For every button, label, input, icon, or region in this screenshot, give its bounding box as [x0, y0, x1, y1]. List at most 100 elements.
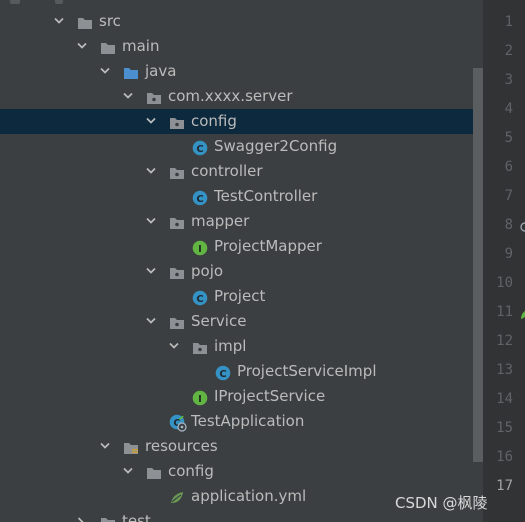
chevron-down-icon[interactable] — [123, 92, 133, 100]
line-number: 7 — [504, 188, 513, 204]
line-number: 8 — [504, 217, 513, 233]
tree-row[interactable]: mapper — [0, 209, 483, 234]
tree-row[interactable]: controller — [0, 159, 483, 184]
package-icon — [169, 264, 185, 280]
folder-icon — [146, 464, 162, 480]
tree-row[interactable]: config — [0, 459, 483, 484]
line-number: 16 — [496, 449, 513, 465]
source-folder-icon — [123, 64, 139, 80]
line-number: 11 — [496, 304, 513, 320]
tree-row-label: controller — [191, 162, 263, 180]
chevron-down-icon[interactable] — [146, 217, 156, 225]
line-number: 3 — [504, 72, 513, 88]
line-number: 5 — [504, 130, 513, 146]
chevron-down-icon[interactable] — [146, 267, 156, 275]
spring-bean-icon[interactable] — [519, 307, 525, 325]
chevron-down-icon[interactable] — [123, 467, 133, 475]
line-number: 15 — [496, 420, 513, 436]
tree-row[interactable]: impl — [0, 334, 483, 359]
chevron-down-icon[interactable] — [54, 17, 64, 25]
tree-row-label: TestController — [214, 187, 318, 205]
line-number: 12 — [496, 333, 513, 349]
package-icon — [169, 214, 185, 230]
tree-top-edge — [0, 0, 483, 8]
tree-row-label: mapper — [191, 212, 250, 230]
package-icon — [169, 114, 185, 130]
class-icon: C — [192, 189, 208, 206]
tree-row[interactable]: config — [0, 109, 483, 134]
tree-row[interactable]: java — [0, 59, 483, 84]
tree-row-label: src — [99, 12, 121, 30]
tree-row[interactable]: main — [0, 34, 483, 59]
tree-row-label: test — [122, 512, 151, 522]
project-tree[interactable]: src main java com.xxxx.server config C Swagger… — [0, 0, 483, 522]
chevron-down-icon[interactable] — [100, 442, 110, 450]
line-number: 14 — [496, 391, 513, 407]
chevron-down-icon[interactable] — [169, 342, 179, 350]
svg-text:C: C — [196, 144, 203, 155]
tree-row[interactable]: C TestApplication — [0, 409, 483, 434]
class-icon: C — [192, 289, 208, 306]
svg-text:C: C — [219, 369, 226, 380]
class-icon: C — [215, 364, 231, 381]
tree-row-label: impl — [214, 337, 247, 355]
svg-text:I: I — [198, 244, 202, 255]
class-icon: C — [192, 139, 208, 156]
line-number: 4 — [504, 101, 513, 117]
chevron-down-icon[interactable] — [146, 117, 156, 125]
resources-folder-icon — [123, 439, 139, 455]
tree-row[interactable]: C Swagger2Config — [0, 134, 483, 159]
tree-row-label: java — [145, 62, 177, 80]
spring-boot-class-icon: C — [169, 414, 187, 432]
folder-icon — [77, 14, 93, 30]
chevron-right-icon[interactable] — [77, 517, 85, 522]
line-number: 6 — [504, 159, 513, 175]
chevron-down-icon[interactable] — [100, 67, 110, 75]
package-icon — [169, 164, 185, 180]
tree-row[interactable]: src — [0, 9, 483, 34]
tree-row[interactable]: com.xxxx.server — [0, 84, 483, 109]
spring-yml-icon — [169, 489, 185, 505]
tree-row[interactable]: I ProjectMapper — [0, 234, 483, 259]
tree-row-label: config — [168, 462, 214, 480]
tree-row-label: com.xxxx.server — [168, 87, 293, 105]
editor-gutter: 1 2 3 4 5 6 7 8 9 10 11 12 13 14 15 16 17 — [483, 0, 525, 522]
tree-row[interactable]: Service — [0, 309, 483, 334]
chevron-down-icon[interactable] — [77, 42, 87, 50]
svg-text:C: C — [196, 294, 203, 305]
tree-row-label: config — [191, 112, 237, 130]
package-icon — [169, 314, 185, 330]
tree-row-label: Project — [214, 287, 266, 305]
gutter-marker-icon[interactable] — [519, 220, 525, 238]
tree-row-label: main — [122, 37, 160, 55]
watermark: CSDN @枫陵 — [395, 494, 488, 512]
tree-scrollbar[interactable] — [473, 68, 483, 462]
tree-row-label: TestApplication — [191, 412, 305, 430]
interface-icon: I — [192, 239, 208, 256]
tree-row-label: Swagger2Config — [214, 137, 338, 155]
tree-row-label: Service — [191, 312, 247, 330]
top-stub-icon — [55, 0, 63, 4]
tree-row[interactable]: pojo — [0, 259, 483, 284]
folder-icon — [100, 39, 116, 55]
tree-row[interactable]: C TestController — [0, 184, 483, 209]
line-number: 9 — [504, 246, 513, 262]
tree-row[interactable]: I IProjectService — [0, 384, 483, 409]
line-number: 2 — [504, 43, 513, 59]
tree-row-label: pojo — [191, 262, 224, 280]
tree-row[interactable]: C ProjectServiceImpl — [0, 359, 483, 384]
line-number: 1 — [504, 14, 513, 30]
svg-text:C: C — [196, 194, 203, 205]
package-icon — [192, 339, 208, 355]
tree-row-label: ProjectMapper — [214, 237, 322, 255]
tree-row[interactable]: resources — [0, 434, 483, 459]
tree-row-label: IProjectService — [214, 387, 326, 405]
line-number: 10 — [496, 275, 513, 291]
top-stub-icon — [10, 0, 20, 4]
chevron-down-icon[interactable] — [146, 317, 156, 325]
svg-text:I: I — [198, 394, 202, 405]
package-icon — [146, 89, 162, 105]
chevron-down-icon[interactable] — [146, 167, 156, 175]
tree-row[interactable]: C Project — [0, 284, 483, 309]
line-number: 13 — [496, 362, 513, 378]
